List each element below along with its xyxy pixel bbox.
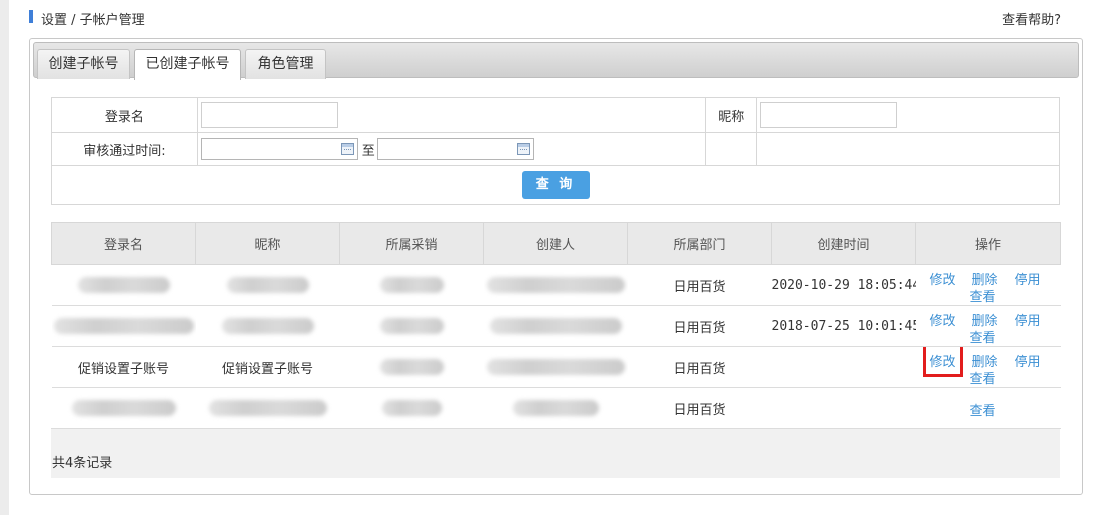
cell-department: 日用百货 <box>627 264 772 306</box>
calendar-icon[interactable] <box>516 143 530 155</box>
record-count: 共4条记录 <box>52 456 113 471</box>
query-button[interactable]: 查 询 <box>521 171 590 199</box>
column-header-created-time: 创建时间 <box>771 222 916 265</box>
cell-created-time <box>771 387 916 429</box>
cell-nickname <box>195 305 340 347</box>
view-link[interactable]: 查看 <box>970 286 996 305</box>
cell-creator <box>483 264 628 306</box>
cell-nickname <box>195 387 340 429</box>
table-footer: 共4条记录 <box>51 428 1060 478</box>
column-header-department: 所属部门 <box>627 222 772 265</box>
redacted-text <box>53 318 194 334</box>
cell-department: 日用百货 <box>627 387 772 429</box>
tab-create-subaccount[interactable]: 创建子帐号 <box>37 49 130 79</box>
edit-link-highlighted[interactable]: 修改 <box>922 346 963 377</box>
edit-link[interactable]: 修改 <box>930 310 956 329</box>
redacted-text <box>489 318 622 334</box>
column-header-buyer: 所属采销 <box>339 222 484 265</box>
cell-department: 日用百货 <box>627 305 772 347</box>
view-link[interactable]: 查看 <box>970 368 996 387</box>
nickname-label: 昵称 <box>705 97 758 133</box>
cell-creator <box>483 387 628 429</box>
table-row: 日用百货 查看 <box>51 387 1061 429</box>
approve-time-label: 审核通过时间: <box>51 132 198 166</box>
cell-actions: 修改 删除 停用 查看 <box>915 305 1061 347</box>
view-link[interactable]: 查看 <box>970 400 996 419</box>
cell-creator <box>483 346 628 388</box>
cell-department: 日用百货 <box>627 346 772 388</box>
cell-actions: 修改 删除 停用 查看 <box>915 264 1061 306</box>
cell-nickname: 促销设置子账号 <box>195 346 340 388</box>
table-row: 日用百货 2020-10-29 18:05:44 修改 删除 停用 查看 <box>51 264 1061 306</box>
redacted-text <box>208 400 327 416</box>
cell-created-time: 2020-10-29 18:05:44 <box>771 264 916 306</box>
date-from-input[interactable] <box>200 138 358 160</box>
redacted-text <box>71 400 176 416</box>
cell-created-time: 2018-07-25 10:01:45 <box>771 305 916 347</box>
cell-buyer <box>339 387 484 429</box>
date-to-input[interactable] <box>376 138 534 160</box>
view-link[interactable]: 查看 <box>970 327 996 346</box>
nickname-input[interactable] <box>760 102 898 128</box>
column-header-login: 登录名 <box>51 222 196 265</box>
redacted-text <box>77 277 170 293</box>
cell-buyer <box>339 305 484 347</box>
breadcrumb-marker <box>29 10 33 23</box>
disable-link[interactable]: 停用 <box>1015 269 1041 288</box>
tab-bar: 创建子帐号 已创建子帐号 角色管理 <box>33 42 1079 80</box>
cell-login <box>51 387 196 429</box>
edit-link[interactable]: 修改 <box>930 269 956 288</box>
cell-actions: 查看 <box>915 387 1061 429</box>
redacted-text <box>226 277 309 293</box>
cell-login: 促销设置子账号 <box>51 346 196 388</box>
login-name-label: 登录名 <box>51 97 198 133</box>
tab-role-management[interactable]: 角色管理 <box>245 49 326 79</box>
redacted-text <box>379 277 444 293</box>
calendar-icon[interactable] <box>340 143 354 155</box>
tab-created-subaccounts[interactable]: 已创建子帐号 <box>134 49 241 80</box>
redacted-text <box>379 318 444 334</box>
table-row: 日用百货 2018-07-25 10:01:45 修改 删除 停用 查看 <box>51 305 1061 347</box>
help-link[interactable]: 查看帮助? <box>1002 9 1061 28</box>
disable-link[interactable]: 停用 <box>1015 351 1041 370</box>
column-header-nickname: 昵称 <box>195 222 340 265</box>
left-edge-strip <box>0 0 9 515</box>
redacted-text <box>221 318 314 334</box>
redacted-text <box>486 277 625 293</box>
column-header-actions: 操作 <box>915 222 1061 265</box>
subaccount-table: 登录名 昵称 所属采销 创建人 所属部门 创建时间 操作 日用百货 2020-1… <box>51 222 1061 429</box>
search-form: 登录名 昵称 审核通过时间: 至 查 询 <box>51 97 1060 205</box>
top-bar: 设置 / 子帐户管理 查看帮助? <box>27 0 1087 34</box>
cell-buyer <box>339 346 484 388</box>
cell-buyer <box>339 264 484 306</box>
redacted-text <box>381 400 442 416</box>
cell-login <box>51 264 196 306</box>
redacted-text <box>486 359 625 375</box>
disable-link[interactable]: 停用 <box>1015 310 1041 329</box>
breadcrumb: 设置 / 子帐户管理 <box>41 13 145 28</box>
column-header-creator: 创建人 <box>483 222 628 265</box>
redacted-text <box>379 359 444 375</box>
login-name-input[interactable] <box>200 102 338 128</box>
cell-login <box>51 305 196 347</box>
table-row: 促销设置子账号 促销设置子账号 日用百货 修改 删除 停用 查看 <box>51 346 1061 388</box>
cell-nickname <box>195 264 340 306</box>
cell-creator <box>483 305 628 347</box>
date-range-separator: 至 <box>361 143 375 159</box>
redacted-text <box>512 400 599 416</box>
cell-actions: 修改 删除 停用 查看 <box>915 346 1061 388</box>
cell-created-time <box>771 346 916 388</box>
